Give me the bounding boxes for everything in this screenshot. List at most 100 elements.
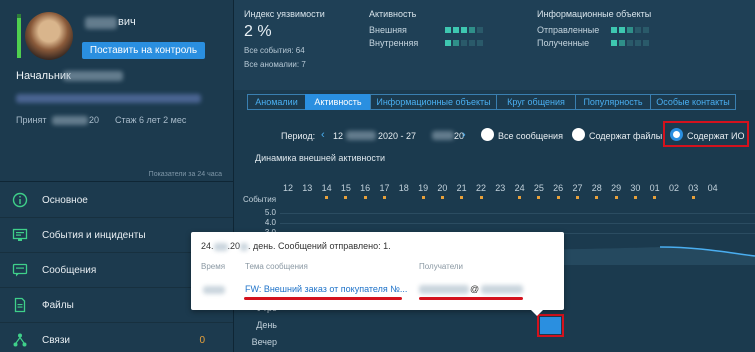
activity-title: Активность — [369, 9, 417, 19]
hour-tick: 12 — [282, 183, 293, 193]
tooltip-header: 24. .20. день. Сообщений отправлено: 1. — [201, 241, 391, 251]
event-mark — [363, 196, 367, 199]
sidebar-item-label: Файлы — [42, 299, 74, 311]
activity-internal-meter — [445, 40, 483, 46]
messages-tooltip: 24. .20. день. Сообщений отправлено: 1. В… — [191, 232, 564, 310]
sidebar-item-label: Сообщения — [42, 264, 97, 276]
hour-tick: 16 — [360, 183, 371, 193]
user-name-suffix: вич — [118, 16, 136, 28]
hour-tick: 29 — [611, 183, 622, 193]
y-tick: 4.0 — [264, 218, 276, 227]
vulnerability-title: Индекс уязвимости — [244, 9, 325, 19]
message-icon — [12, 262, 28, 278]
hour-tick: 04 — [707, 183, 718, 193]
stats-panel: Индекс уязвимости 2 % Все события: 64 Вс… — [234, 0, 755, 90]
anomalies-total: Все аномалии: 7 — [244, 60, 306, 69]
hour-tick: 25 — [533, 183, 544, 193]
info-objects-title: Информационные объекты — [537, 9, 652, 19]
redacted-recipient-user — [419, 285, 469, 294]
day-part-evening: Вечер — [251, 337, 277, 347]
tab-popularity[interactable]: Популярность — [575, 94, 651, 110]
info-received-label: Полученные — [537, 38, 590, 48]
day-part-day: День — [256, 320, 277, 330]
hour-tick: 27 — [572, 183, 583, 193]
tab-activity[interactable]: Активность — [305, 94, 371, 110]
hour-tick: 13 — [302, 183, 313, 193]
events-axis-label: События — [243, 195, 277, 204]
redacted-name — [85, 17, 117, 29]
activity-internal-label: Внутренняя — [369, 38, 419, 48]
sidebar-item-links[interactable]: Связи 0 — [0, 323, 233, 352]
redacted-time — [203, 286, 225, 294]
hour-tick: 17 — [379, 183, 390, 193]
hour-tick: 26 — [553, 183, 564, 193]
redacted-hired-date — [52, 116, 88, 125]
tooltip-pointer — [531, 310, 543, 316]
activity-external-label: Внешняя — [369, 25, 407, 35]
hour-tick: 20 — [437, 183, 448, 193]
sidebar-item-label: Основное — [42, 194, 88, 206]
hour-tick: 28 — [591, 183, 602, 193]
sidebar-item-label: События и инциденты — [42, 229, 146, 241]
redacted-end-month — [432, 131, 454, 140]
period-prev-icon[interactable]: ‹ — [321, 129, 325, 141]
monitor-alert-icon — [12, 227, 28, 243]
y-tick: 5.0 — [264, 208, 276, 217]
message-subject-link[interactable]: FW: Внешний заказ от покупателя №... — [245, 284, 407, 294]
hour-tick: 24 — [514, 183, 525, 193]
hour-tick: 03 — [688, 183, 699, 193]
tab-contacts-circle[interactable]: Круг общения — [496, 94, 576, 110]
hour-tick: 18 — [398, 183, 409, 193]
event-mark — [691, 196, 695, 199]
hour-tick: 30 — [630, 183, 641, 193]
chart-title: Динамика внешней активности — [255, 153, 386, 163]
sidebar-item-main[interactable]: Основное — [0, 183, 233, 218]
event-mark — [421, 196, 425, 199]
event-mark — [479, 196, 483, 199]
col-time: Время — [201, 262, 226, 271]
hour-tick: 22 — [475, 183, 486, 193]
hired-year: 20 — [89, 115, 100, 125]
hour-tick: 21 — [456, 183, 467, 193]
tab-anomalies[interactable]: Аномалии — [247, 94, 306, 110]
event-mark — [537, 196, 541, 199]
put-under-control-button[interactable]: Поставить на контроль — [82, 42, 205, 59]
divider — [0, 181, 233, 182]
event-mark — [614, 196, 618, 199]
period-middle[interactable]: 2020 - 27 — [378, 131, 416, 141]
period-start-day[interactable]: 12 — [333, 131, 343, 141]
highlight-frame-heat-cell — [537, 314, 564, 337]
radio-all-messages[interactable] — [481, 128, 494, 141]
radio-all-messages-label[interactable]: Все сообщения — [498, 131, 563, 141]
activity-external-meter — [445, 27, 483, 33]
highlight-underline-subject — [244, 297, 402, 300]
event-mark — [518, 196, 522, 199]
period-note: Показатели за 24 часа — [148, 171, 222, 178]
info-sent-meter — [611, 27, 649, 33]
period-label: Период: — [281, 131, 316, 141]
hired-label: Принят — [16, 115, 47, 125]
tenure: Стаж 6 лет 2 мес — [115, 115, 187, 125]
highlight-frame-io-option — [663, 121, 749, 147]
redacted-department — [16, 94, 201, 103]
hour-tick: 15 — [340, 183, 351, 193]
events-total: Все события: 64 — [244, 46, 305, 55]
highlight-underline-recipient — [419, 297, 523, 300]
event-mark — [595, 196, 599, 199]
event-mark — [325, 196, 329, 199]
event-mark — [633, 196, 637, 199]
info-circle-icon — [12, 192, 28, 208]
col-recipients: Получатели — [419, 262, 464, 271]
hour-tick: 14 — [321, 183, 332, 193]
avatar — [25, 12, 73, 60]
radio-with-files[interactable] — [572, 128, 585, 141]
event-mark — [556, 196, 560, 199]
period-next-icon[interactable]: › — [462, 129, 466, 141]
hour-tick: 01 — [649, 183, 660, 193]
redacted-recipient-domain — [481, 285, 523, 294]
radio-with-files-label[interactable]: Содержат файлы — [589, 131, 662, 141]
tab-special-contacts[interactable]: Особые контакты — [650, 94, 736, 110]
event-mark — [344, 196, 348, 199]
tab-info-objects[interactable]: Информационные объекты — [370, 94, 497, 110]
file-icon — [12, 297, 28, 313]
